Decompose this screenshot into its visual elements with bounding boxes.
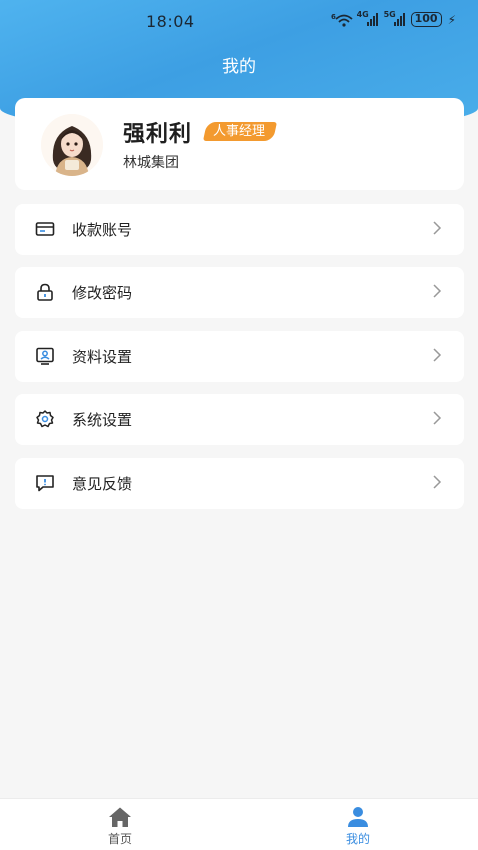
status-time: 18:04 <box>146 12 195 31</box>
signal-5g-icon: 5G <box>383 10 405 26</box>
user-name: 强利利 <box>123 122 193 147</box>
menu-item-change-password[interactable]: 修改密码 <box>15 267 464 318</box>
menu-item-payment-account[interactable]: 收款账号 <box>15 204 464 255</box>
status-bar: 18:04 6 4G 5G 100 ⚡ <box>0 0 478 42</box>
wifi-label: 6 <box>331 13 336 21</box>
feedback-icon <box>35 473 55 493</box>
signal-4g-icon: 4G <box>356 10 378 26</box>
role-badge-label: 人事经理 <box>213 124 266 139</box>
menu-item-profile-settings[interactable]: 资料设置 <box>15 331 464 382</box>
signal-5g-label: 5G <box>383 10 396 19</box>
chevron-right-icon <box>432 473 442 491</box>
profile-icon <box>35 346 55 366</box>
chevron-right-icon <box>432 409 442 427</box>
menu-item-label: 收款账号 <box>72 221 133 239</box>
menu-item-label: 修改密码 <box>72 284 133 302</box>
card-icon <box>35 219 55 239</box>
role-badge: 人事经理 <box>202 122 278 141</box>
bottom-navigation: 首页 我的 <box>0 798 478 850</box>
chevron-right-icon <box>432 219 442 237</box>
avatar[interactable] <box>41 114 103 176</box>
charging-icon: ⚡ <box>447 12 456 27</box>
home-icon <box>108 806 132 828</box>
company-name: 林城集团 <box>123 155 179 171</box>
lock-icon <box>35 282 55 302</box>
tab-mine-label: 我的 <box>345 832 370 846</box>
wifi-icon: 6 <box>331 13 353 27</box>
chevron-right-icon <box>432 346 442 364</box>
tab-home[interactable]: 首页 <box>60 799 180 850</box>
signal-4g-label: 4G <box>356 10 369 19</box>
battery-indicator: 100 <box>410 12 442 27</box>
page-title: 我的 <box>222 57 256 77</box>
menu-item-feedback[interactable]: 意见反馈 <box>15 458 464 509</box>
menu-item-label: 资料设置 <box>72 348 133 366</box>
menu-item-label: 系统设置 <box>72 411 133 429</box>
menu-item-label: 意见反馈 <box>72 475 133 493</box>
user-icon <box>346 806 370 828</box>
status-icons: 6 4G 5G 100 ⚡ <box>331 10 456 27</box>
profile-card[interactable]: 强利利 人事经理 林城集团 <box>15 98 464 190</box>
tab-home-label: 首页 <box>107 832 132 846</box>
chevron-right-icon <box>432 282 442 300</box>
menu-item-system-settings[interactable]: 系统设置 <box>15 394 464 445</box>
gear-icon <box>35 409 55 429</box>
tab-mine[interactable]: 我的 <box>298 799 418 850</box>
